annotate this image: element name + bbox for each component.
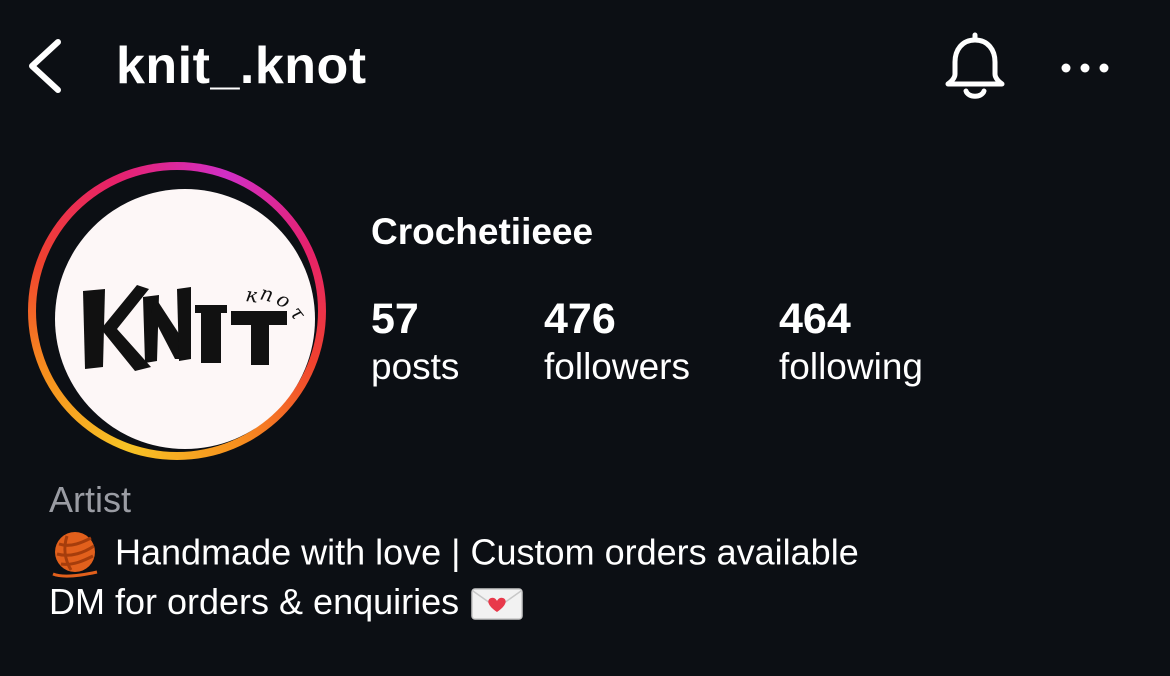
bio-line-2-text: DM for orders & enquiries (49, 581, 460, 622)
stat-posts[interactable]: 57 posts (371, 294, 459, 390)
stat-followers[interactable]: 476 followers (544, 294, 690, 390)
followers-count: 476 (544, 295, 616, 343)
avatar: ĸ n o τ (55, 189, 315, 449)
yarn-ball-icon (52, 532, 98, 578)
avatar-story-ring[interactable]: ĸ n o τ (28, 162, 326, 460)
posts-count: 57 (371, 295, 419, 343)
bio-line-2: DM for orders & enquiries (49, 580, 523, 624)
profile-header: knit_.knot (0, 0, 1170, 140)
display-name: Crochetiieee (371, 211, 594, 252)
followers-label: followers (544, 346, 690, 387)
following-label: following (779, 346, 923, 387)
knit-knot-logo: ĸ n o τ (83, 281, 311, 371)
following-count: 464 (779, 295, 851, 343)
svg-text:o: o (273, 287, 295, 314)
avatar-ring-gap: ĸ n o τ (36, 170, 318, 452)
bio-line-1-text: Handmade with love | Custom orders avail… (115, 531, 859, 573)
svg-text:ĸ: ĸ (244, 282, 259, 307)
svg-text:τ: τ (285, 301, 311, 325)
love-letter-icon (471, 588, 523, 621)
more-options-icon[interactable] (1056, 50, 1116, 86)
profile-category: Artist (49, 479, 132, 520)
svg-text:n: n (258, 281, 276, 307)
stat-following[interactable]: 464 following (779, 294, 923, 390)
profile-username: knit_.knot (116, 37, 367, 95)
posts-label: posts (371, 346, 460, 387)
back-chevron-icon[interactable] (22, 34, 70, 98)
bell-icon[interactable] (940, 30, 1010, 102)
bio-line-1: Handmade with love | Custom orders avail… (49, 530, 859, 580)
